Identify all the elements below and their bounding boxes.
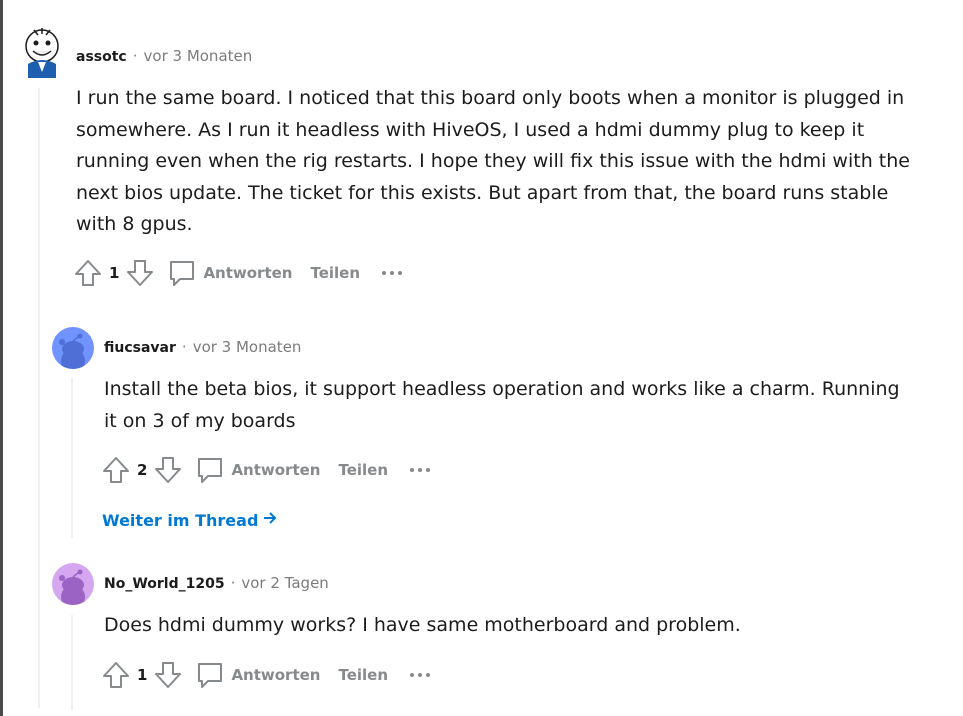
separator-dot: · (181, 338, 187, 356)
downvote-icon[interactable] (153, 454, 183, 486)
upvote-icon[interactable] (101, 454, 131, 486)
avatar[interactable] (52, 327, 94, 369)
continue-thread-link[interactable]: Weiter im Thread (102, 510, 278, 530)
share-button[interactable]: Teilen (338, 461, 388, 479)
timestamp[interactable]: vor 3 Monaten (193, 338, 302, 356)
more-icon[interactable] (410, 468, 431, 472)
comment-icon[interactable] (195, 454, 225, 486)
comment-actions: 1 Antworten Teilen (101, 659, 431, 691)
window-edge (0, 0, 3, 716)
username[interactable]: assotc (76, 49, 127, 65)
timestamp[interactable]: vor 3 Monaten (144, 47, 253, 65)
thread-line-3[interactable] (71, 615, 73, 710)
reply-button[interactable]: Antworten (231, 666, 320, 684)
comment-meta: No_World_1205 · vor 2 Tagen (104, 574, 329, 592)
more-icon[interactable] (410, 673, 431, 677)
comment-icon[interactable] (195, 659, 225, 691)
avatar[interactable] (20, 24, 64, 78)
more-icon[interactable] (382, 271, 403, 275)
separator-dot: · (230, 574, 236, 592)
share-button[interactable]: Teilen (338, 666, 388, 684)
downvote-icon[interactable] (153, 659, 183, 691)
comment-body: Does hdmi dummy works? I have same mothe… (104, 614, 741, 636)
continue-thread-label: Weiter im Thread (102, 510, 259, 530)
comment-meta: fiucsavar · vor 3 Monaten (104, 338, 301, 356)
arrow-right-icon (262, 510, 278, 530)
username[interactable]: fiucsavar (104, 340, 176, 356)
vote-count: 2 (137, 461, 148, 479)
comment-actions: 1 Antworten Teilen (73, 257, 403, 289)
comment-meta: assotc · vor 3 Monaten (76, 47, 252, 65)
timestamp[interactable]: vor 2 Tagen (241, 574, 328, 592)
comment-actions: 2 Antworten Teilen (101, 454, 431, 486)
reply-button[interactable]: Antworten (203, 264, 292, 282)
comment-body: Install the beta bios, it support headle… (104, 378, 900, 432)
upvote-icon[interactable] (73, 257, 103, 289)
comment-icon[interactable] (167, 257, 197, 289)
share-button[interactable]: Teilen (310, 264, 360, 282)
vote-count: 1 (109, 264, 120, 282)
vote-count: 1 (137, 666, 148, 684)
thread-line-2[interactable] (71, 378, 73, 538)
upvote-icon[interactable] (101, 659, 131, 691)
avatar[interactable] (52, 563, 94, 605)
separator-dot: · (132, 47, 138, 65)
thread-line-1[interactable] (38, 88, 40, 708)
username[interactable]: No_World_1205 (104, 576, 225, 592)
reply-button[interactable]: Antworten (231, 461, 320, 479)
comment-body: I run the same board. I noticed that thi… (76, 87, 910, 235)
downvote-icon[interactable] (125, 257, 155, 289)
